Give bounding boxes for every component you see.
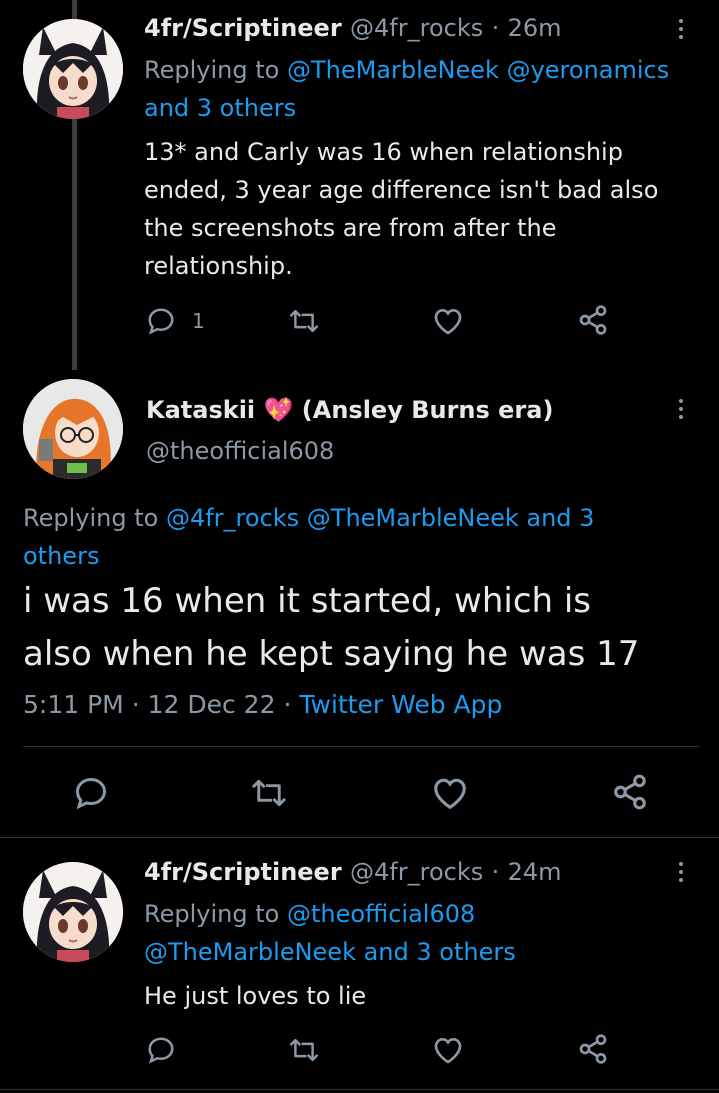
separator: ·: [491, 858, 500, 886]
like-button[interactable]: [431, 775, 469, 811]
replying-prefix: Replying to: [23, 504, 159, 532]
tweet-header: Kataskii 💖 (Ansley Burns era): [146, 396, 553, 424]
divider: [23, 746, 699, 747]
share-button[interactable]: [577, 1033, 609, 1065]
more-options-icon[interactable]: [676, 19, 686, 43]
display-name[interactable]: 4fr/Scriptineer: [144, 858, 342, 886]
separator: ·: [283, 690, 292, 719]
user-handle[interactable]: @theofficial608: [146, 437, 334, 465]
source-link[interactable]: Twitter Web App: [299, 690, 502, 719]
heart-icon: [434, 1037, 462, 1064]
tweet-time[interactable]: 26m: [508, 14, 562, 42]
replying-to: Replying to @theofficial608 @TheMarbleNe…: [144, 895, 704, 971]
share-icon: [614, 774, 646, 810]
separator: ·: [491, 14, 500, 42]
tweet-header: 4fr/Scriptineer @4fr_rocks · 26m: [144, 14, 562, 42]
sparkling-heart-icon: 💖: [263, 396, 294, 424]
replying-prefix: Replying to: [144, 56, 280, 84]
mention-link[interactable]: @yeronamics: [507, 56, 670, 84]
like-button[interactable]: [432, 1035, 464, 1065]
tweet-date[interactable]: 12 Dec 22: [148, 690, 276, 719]
retweet-button[interactable]: [250, 775, 288, 811]
replying-to: Replying to @TheMarbleNeek @yeronamics a…: [144, 51, 704, 127]
reply-icon: [75, 777, 107, 810]
more-options-icon[interactable]: [676, 862, 686, 886]
reply-button[interactable]: [146, 1035, 176, 1065]
share-button[interactable]: [611, 773, 649, 811]
share-button[interactable]: [577, 304, 609, 336]
tweet-text: i was 16 when it started, which is also …: [23, 575, 713, 681]
reply-icon: [148, 308, 174, 335]
share-icon: [579, 305, 607, 335]
retweet-button[interactable]: [288, 306, 320, 336]
avatar[interactable]: [23, 862, 123, 962]
tweet-text: 13* and Carly was 16 when relationship e…: [144, 133, 704, 285]
user-handle[interactable]: @4fr_rocks: [350, 14, 483, 42]
tweet-header: 4fr/Scriptineer @4fr_rocks · 24m: [144, 858, 562, 886]
retweet-button[interactable]: [288, 1035, 320, 1065]
replying-prefix: Replying to: [144, 900, 280, 928]
reply-button[interactable]: [146, 306, 176, 336]
others-link[interactable]: and 3 others: [144, 94, 296, 122]
reply-button[interactable]: [73, 775, 109, 811]
divider: [0, 1089, 719, 1090]
others-link[interactable]: others: [23, 542, 99, 570]
tweet-time[interactable]: 5:11 PM: [23, 690, 124, 719]
tweet-text-line: ended, 3 year age difference isn't bad a…: [144, 176, 659, 204]
anime-avatar-icon: [23, 862, 123, 962]
tweet-text: He just loves to lie: [144, 982, 367, 1010]
tweet-text-line: relationship.: [144, 252, 293, 280]
avatar[interactable]: [23, 379, 123, 479]
more-options-icon[interactable]: [676, 399, 686, 423]
display-name[interactable]: Kataskii: [146, 396, 255, 424]
divider: [0, 837, 719, 838]
user-handle[interactable]: @4fr_rocks: [350, 858, 483, 886]
display-name[interactable]: 4fr/Scriptineer: [144, 14, 342, 42]
tweet-text-line: i was 16 when it started, which is: [23, 581, 592, 621]
display-name-suffix[interactable]: (Ansley Burns era): [302, 396, 554, 424]
tweet-text-line: also when he kept saying he was 17: [23, 634, 640, 674]
heart-icon: [434, 778, 466, 810]
mention-links[interactable]: @TheMarbleNeek and 3 others: [144, 938, 516, 966]
tweet-time[interactable]: 24m: [508, 858, 562, 886]
tweet-meta: 5:11 PM · 12 Dec 22 · Twitter Web App: [23, 690, 502, 719]
replying-to: Replying to @4fr_rocks @TheMarbleNeek an…: [23, 499, 703, 575]
mention-links[interactable]: @4fr_rocks @TheMarbleNeek and 3: [166, 504, 594, 532]
like-button[interactable]: [432, 306, 464, 336]
mention-link[interactable]: @TheMarbleNeek: [287, 56, 499, 84]
tweet-text-line: the screenshots are from after the: [144, 214, 557, 242]
anime-avatar-icon: [23, 379, 123, 479]
avatar[interactable]: [23, 19, 123, 119]
separator: ·: [131, 690, 140, 719]
retweet-icon: [251, 779, 287, 807]
heart-icon: [434, 308, 462, 335]
reply-count: 1: [192, 309, 205, 333]
tweet-text-line: 13* and Carly was 16 when relationship: [144, 138, 623, 166]
reply-icon: [148, 1037, 174, 1064]
retweet-icon: [289, 1038, 319, 1062]
mention-link[interactable]: @theofficial608: [287, 900, 475, 928]
retweet-icon: [289, 309, 319, 333]
anime-avatar-icon: [23, 19, 123, 119]
share-icon: [579, 1034, 607, 1064]
